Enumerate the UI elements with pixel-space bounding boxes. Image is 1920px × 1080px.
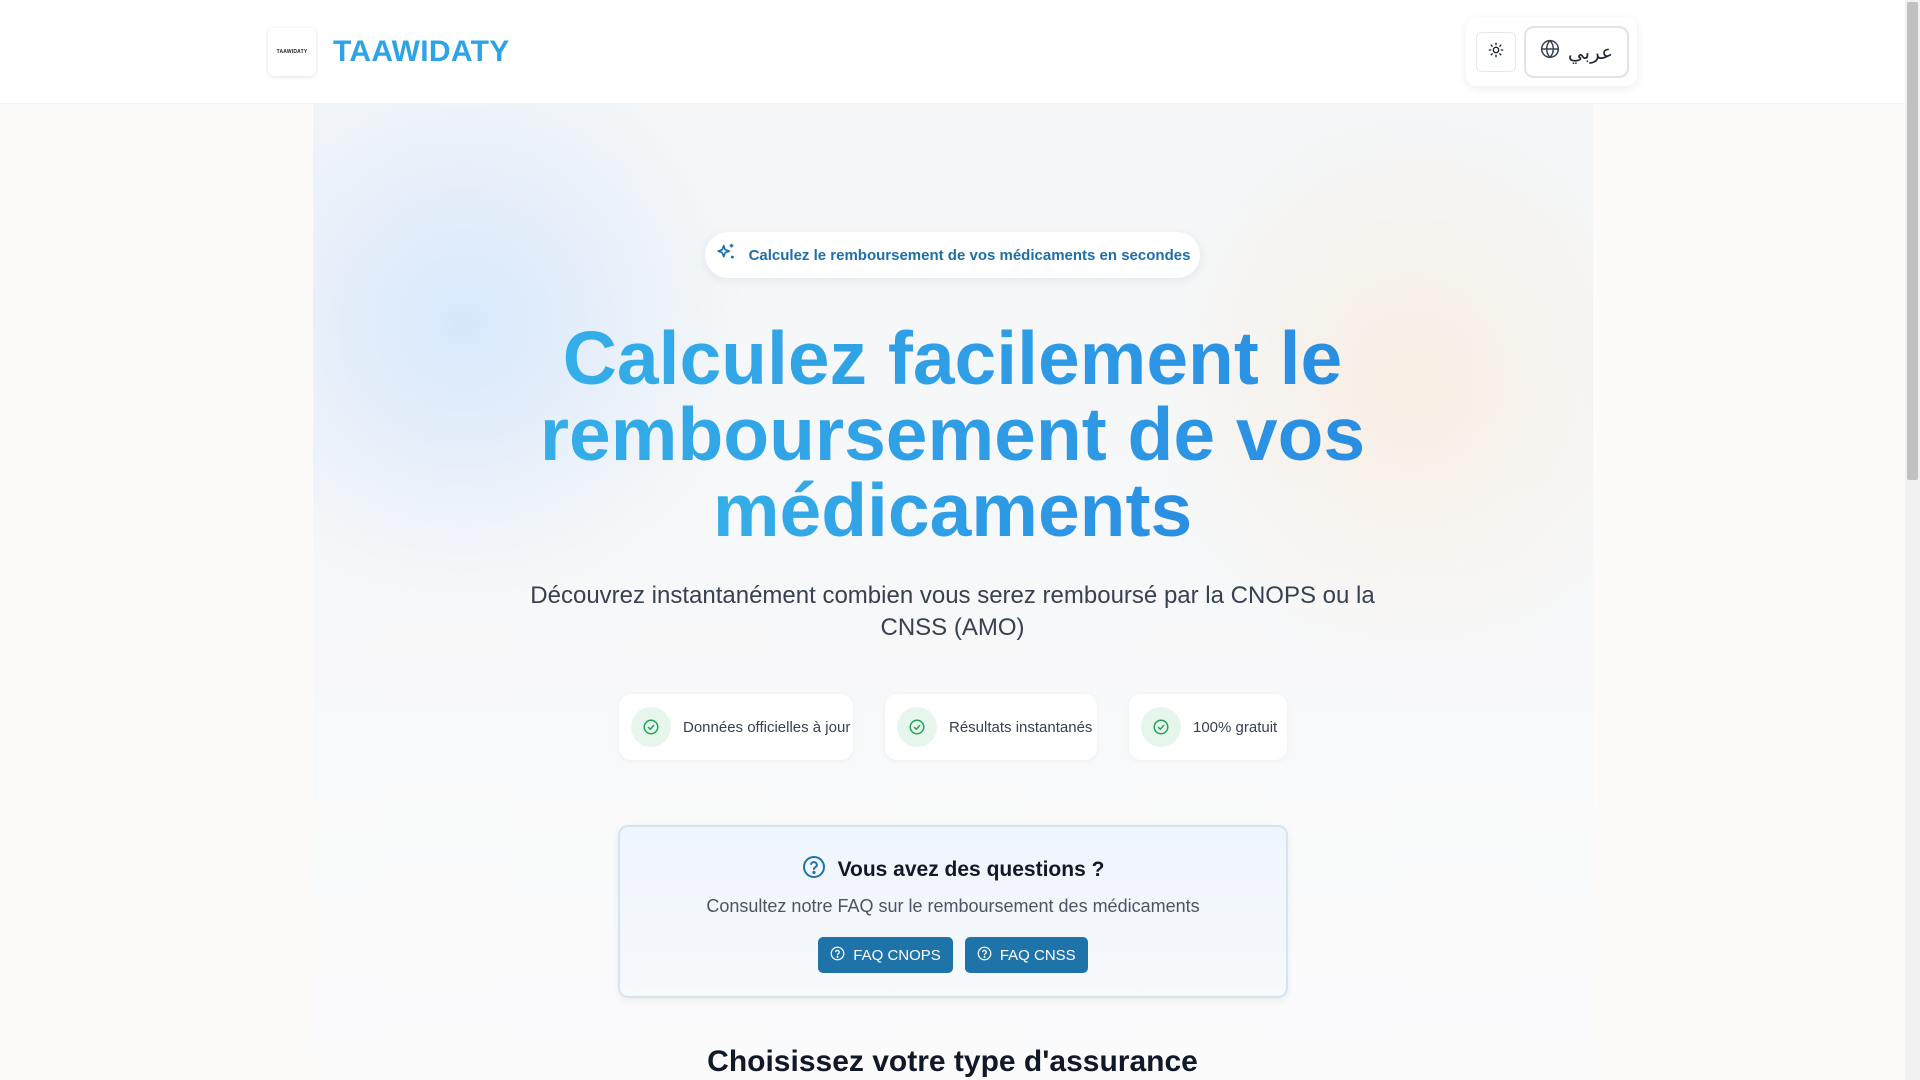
top-header: TAAWIDATY TAAWIDATY عربي [0, 0, 1905, 104]
header-controls: عربي [1466, 18, 1637, 86]
language-switch-button[interactable]: عربي [1524, 26, 1629, 78]
feature-official-data: Données officielles à jour [619, 694, 853, 760]
brand-name[interactable]: TAAWIDATY [333, 35, 510, 69]
hero-title-line-3: médicaments [712, 468, 1193, 552]
page-background-left [0, 104, 313, 1080]
logo[interactable]: TAAWIDATY [268, 28, 316, 76]
faq-cnops-label: FAQ CNOPS [853, 946, 941, 964]
theme-toggle-button[interactable] [1476, 32, 1516, 72]
hero-badge: Calculez le remboursement de vos médicam… [705, 232, 1200, 278]
faq-buttons: FAQ CNOPS FAQ CNSS [620, 937, 1286, 973]
globe-icon [1540, 39, 1560, 65]
feature-instant-results: Résultats instantanés [885, 694, 1097, 760]
faq-cnss-button[interactable]: FAQ CNSS [964, 937, 1088, 973]
scrollbar-thumb[interactable] [1907, 2, 1918, 480]
hero-badge-text: Calculez le remboursement de vos médicam… [748, 246, 1191, 264]
page-background-right [1593, 104, 1905, 1080]
faq-cnops-button[interactable]: FAQ CNOPS [818, 937, 953, 973]
feature-label: Résultats instantanés [949, 718, 1093, 736]
check-circle-icon [1141, 707, 1181, 747]
faq-cnss-label: FAQ CNSS [999, 946, 1076, 964]
help-circle-icon [977, 946, 992, 965]
logo-text: TAAWIDATY [276, 49, 308, 55]
feature-label: 100% gratuit [1193, 718, 1278, 736]
help-circle-icon [802, 855, 826, 884]
hero-subtitle: Découvrez instantanément combien vous se… [530, 582, 1375, 641]
sparkles-icon [715, 242, 737, 269]
check-circle-icon [897, 707, 937, 747]
faq-title: Vous avez des questions ? [837, 857, 1105, 881]
faq-subtitle: Consultez notre FAQ sur le remboursement… [706, 896, 1200, 916]
feature-label: Données officielles à jour [683, 718, 851, 736]
hero-title: Calculez facilement le remboursement de … [460, 320, 1445, 548]
feature-free: 100% gratuit [1129, 694, 1287, 760]
brand[interactable]: TAAWIDATY TAAWIDATY [268, 28, 510, 76]
language-label: عربي [1567, 41, 1614, 64]
sun-icon [1488, 42, 1504, 63]
hero-title-line-1: Calculez facilement le [562, 316, 1343, 400]
insurance-type-heading: Choisissez votre type d'assurance [707, 1045, 1198, 1078]
hero-title-line-2: remboursement de vos [539, 392, 1366, 476]
faq-heading: Vous avez des questions ? [620, 855, 1286, 884]
faq-card: Vous avez des questions ? Consultez notr… [618, 825, 1288, 998]
check-circle-icon [631, 707, 671, 747]
help-circle-icon [830, 946, 845, 965]
